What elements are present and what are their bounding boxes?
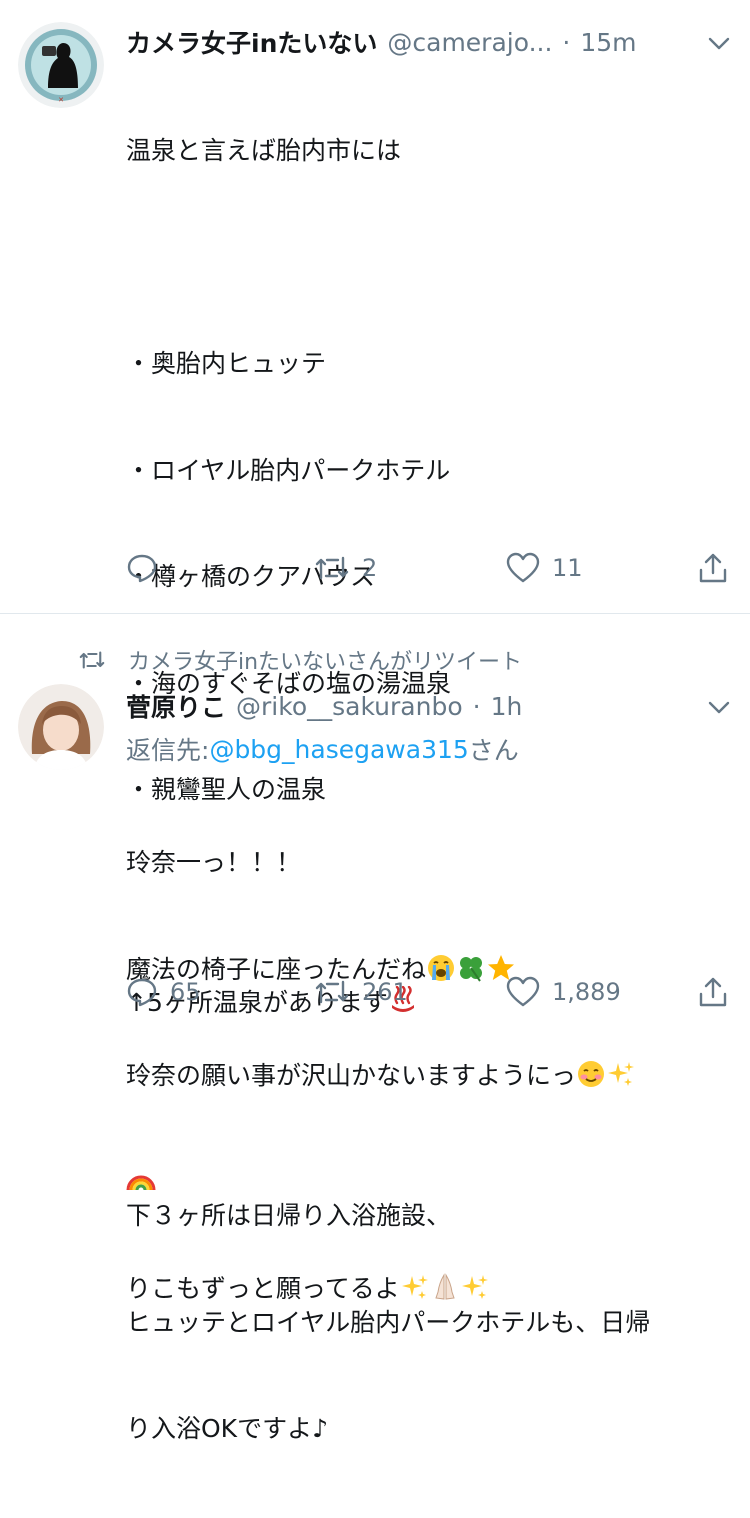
retweet-button[interactable]: 261: [314, 972, 408, 1012]
reply-icon: [127, 978, 157, 1007]
text-line: [126, 1165, 726, 1201]
tweet-actions: 65 261 1,889: [126, 972, 736, 1012]
reply-button[interactable]: 65: [126, 972, 201, 1012]
rainbow-emoji: [126, 1175, 156, 1190]
text-line: 玲奈の願い事が沢山かないますようにっ: [126, 1058, 726, 1094]
tweet-1[interactable]: ✕ カメラ女子inたいない @camerajo... · 15m 温泉と言えば胎…: [0, 0, 750, 1443]
share-button[interactable]: [698, 548, 728, 588]
text-line: りこもずっと願ってるよ: [126, 1271, 726, 1307]
tweet-actions: 2 11: [126, 548, 736, 588]
sparkles-emoji: [401, 1275, 428, 1299]
sparkles-emoji: [608, 1062, 635, 1086]
text-line: 温泉と言えば胎内市には: [126, 136, 402, 165]
smiling-face-emoji: [578, 1061, 605, 1087]
tweet-header: カメラ女子inたいない @camerajo... · 15m: [126, 24, 750, 60]
separator: ·: [472, 691, 481, 721]
avatar[interactable]: ✕: [18, 22, 104, 108]
retweet-button[interactable]: 2: [314, 548, 377, 588]
display-name[interactable]: 菅原りこ: [126, 688, 226, 724]
like-icon: [506, 552, 540, 583]
reply-mention-link[interactable]: @bbg_hasegawa315: [209, 735, 468, 764]
retweet-count: 261: [362, 978, 408, 1006]
tweet-text: 玲奈一っ！！！ 魔法の椅子に座ったんだね 玲奈の願い事が沢山かないますようにっ …: [126, 774, 726, 1342]
text-line: り入浴OKですよ♪: [126, 1414, 329, 1443]
text-segment: りこもずっと願ってるよ: [126, 1274, 400, 1303]
reply-icon: [127, 554, 157, 583]
like-count: 11: [552, 554, 583, 582]
text-line: [126, 240, 726, 276]
display-name[interactable]: カメラ女子inたいない: [126, 24, 377, 60]
retweet-icon: [315, 556, 349, 580]
handle[interactable]: @riko__sakuranbo: [236, 692, 463, 721]
like-button[interactable]: 1,889: [506, 972, 621, 1012]
like-count: 1,889: [552, 978, 621, 1006]
reply-context: 返信先: @bbg_hasegawa315 さん: [126, 731, 519, 767]
reply-suffix: さん: [468, 736, 519, 765]
chevron-down-icon[interactable]: [708, 28, 730, 57]
reply-button[interactable]: [126, 548, 170, 588]
tweet-header: 菅原りこ @riko__sakuranbo · 1h: [126, 688, 750, 724]
share-icon: [699, 553, 727, 583]
retweet-count: 2: [362, 554, 378, 582]
share-icon: [699, 977, 727, 1007]
text-line: ・ロイヤル胎内パークホテル: [126, 455, 451, 485]
like-button[interactable]: 11: [506, 548, 583, 588]
timestamp[interactable]: 15m: [580, 28, 636, 57]
like-icon: [506, 976, 540, 1007]
avatar[interactable]: [18, 684, 104, 770]
timestamp[interactable]: 1h: [491, 692, 523, 721]
text-line: 玲奈一っ！！！: [126, 848, 302, 877]
text-line: ・奥胎内ヒュッテ: [126, 349, 327, 378]
reply-prefix: 返信先:: [126, 736, 210, 765]
sparkles-emoji: [461, 1275, 488, 1299]
folded-hands-emoji: [435, 1273, 455, 1300]
handle[interactable]: @camerajo...: [387, 28, 552, 57]
chevron-down-icon[interactable]: [708, 692, 730, 721]
separator: ·: [562, 27, 571, 57]
reply-count: 65: [170, 978, 201, 1006]
share-button[interactable]: [698, 972, 728, 1012]
retweet-icon: [315, 980, 349, 1004]
text-segment: 玲奈の願い事が沢山かないますようにっ: [126, 1061, 577, 1090]
svg-text:✕: ✕: [58, 96, 64, 104]
